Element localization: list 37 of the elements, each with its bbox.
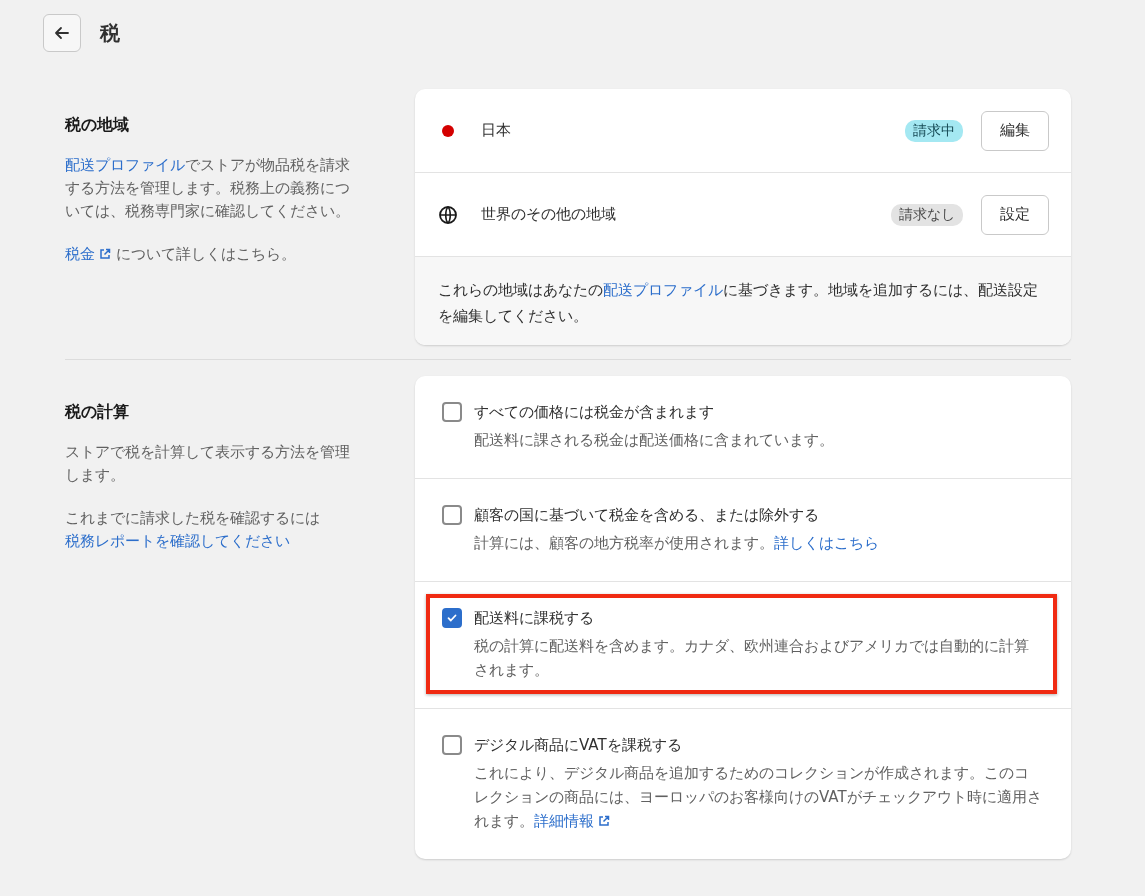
footer-text: これらの地域はあなたの配送プロファイルに基づきます。地域を追加するには、配送設定を編集してください。 <box>438 280 1039 327</box>
option-help-text: 計算には、顧客の地方税率が使用されます。詳しくはこちら <box>474 533 880 554</box>
link[interactable]: 詳細情報 <box>534 812 610 830</box>
region-button[interactable]: 設定 <box>981 194 1049 235</box>
checkbox[interactable] <box>442 608 462 628</box>
region-button[interactable]: 編集 <box>981 110 1049 151</box>
external-link-icon <box>598 815 610 827</box>
section-title: 税の計算 <box>65 402 130 423</box>
option-label: 顧客の国に基づいて税金を含める、または除外する <box>474 505 819 525</box>
checkbox[interactable] <box>442 505 462 525</box>
page-title: 税 <box>100 19 120 47</box>
option-help-text: これにより、デジタル商品を追加するためのコレクションが作成されます。このコレクションの商品には、ヨーロッパのお客様向けのVATがチェックアウト時に適用されます。詳細情報 <box>474 763 1042 832</box>
section-description: 配送プロファイルでストアが物品税を請求する方法を管理します。税務上の義務については、税務専門家に確認してください。 <box>65 155 351 222</box>
checkmark-icon <box>446 612 458 624</box>
region-name: 世界のその他の地域 <box>481 205 617 224</box>
option-help-text: 配送料に課される税金は配送価格に含まれています。 <box>474 430 835 451</box>
section-description: ストアで税を計算して表示する方法を管理します。 <box>65 442 351 486</box>
link[interactable]: 配送プロファイル <box>603 281 723 299</box>
option-help-text: 税の計算に配送料を含めます。カナダ、欧州連合およびアメリカでは自動的に計算されます。 <box>474 636 1030 681</box>
option-label: 配送料に課税する <box>474 608 594 628</box>
status-badge: 請求なし <box>891 203 963 226</box>
link[interactable]: 詳しくはこちら <box>774 534 879 552</box>
section-description: これまでに請求した税を確認するには 税務レポートを確認してください <box>65 508 321 552</box>
back-button[interactable] <box>43 14 81 52</box>
checkbox[interactable] <box>442 735 462 755</box>
external-link-icon <box>99 248 111 260</box>
link[interactable]: 税金 <box>65 245 111 263</box>
section-title: 税の地域 <box>65 115 130 136</box>
option-label: すべての価格には税金が含まれます <box>474 402 714 422</box>
status-badge: 請求中 <box>905 119 963 142</box>
checkbox[interactable] <box>442 402 462 422</box>
option-label: デジタル商品にVATを課税する <box>474 735 682 755</box>
globe-icon <box>438 204 458 225</box>
link[interactable]: 税務レポートを確認してください <box>65 532 290 550</box>
region-name: 日本 <box>481 121 512 140</box>
section-description: 税金 について詳しくはこちら。 <box>65 244 297 265</box>
link[interactable]: 配送プロファイル <box>65 156 185 174</box>
